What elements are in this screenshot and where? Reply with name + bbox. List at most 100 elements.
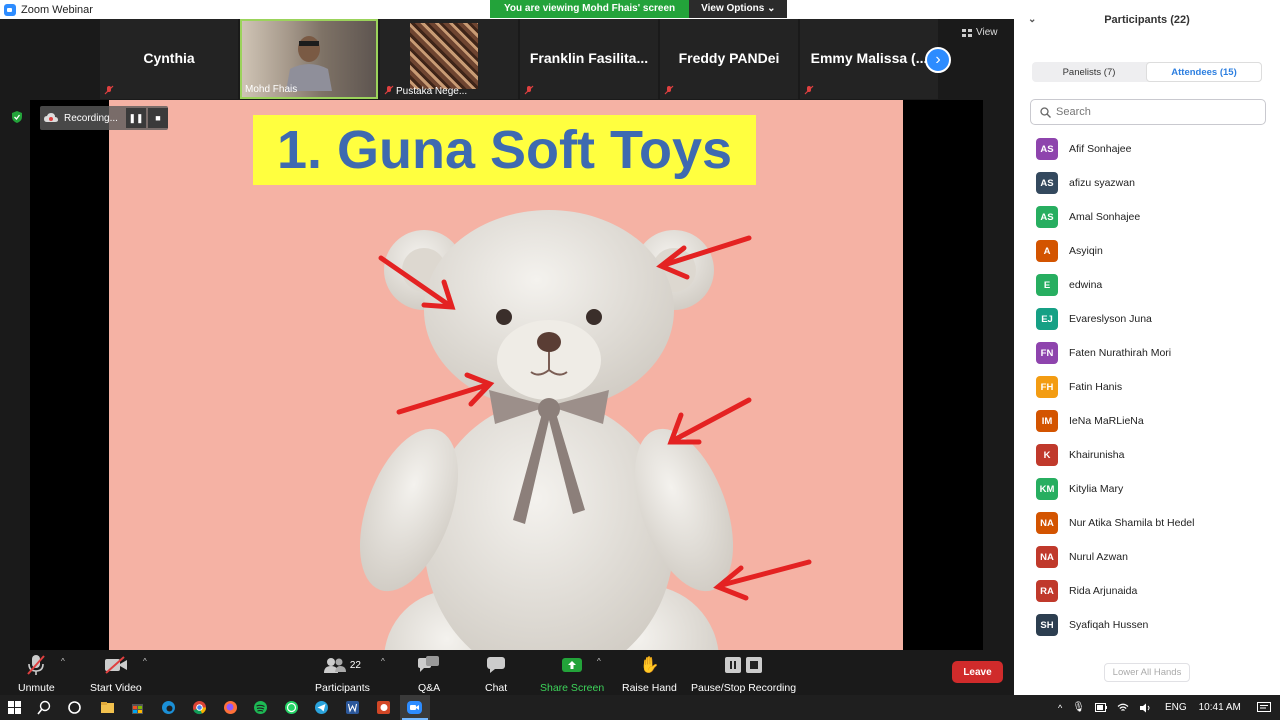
participant-tile-video[interactable]: Mohd Fhais: [240, 19, 378, 99]
participant-name: Mohd Fhais: [245, 84, 298, 95]
search-placeholder: Search: [1056, 106, 1091, 118]
cloud-record-icon: [44, 113, 58, 122]
attendee-name: Fatin Hanis: [1069, 381, 1123, 393]
next-page-button[interactable]: ›: [925, 47, 951, 73]
attendee-name: Nurul Azwan: [1069, 551, 1128, 563]
avatar: SH: [1036, 614, 1058, 636]
attendee-row[interactable]: FN Faten Nurathirah Mori: [1036, 336, 1266, 370]
pause-stop-recording-button[interactable]: Pause/Stop Recording: [691, 653, 796, 694]
file-explorer-icon[interactable]: [99, 699, 116, 716]
zoom-app-icon: [4, 3, 16, 16]
presentation-slide: 1. Guna Soft Toys: [109, 100, 903, 650]
tab-panelists[interactable]: Panelists (7): [1032, 62, 1146, 82]
language-indicator[interactable]: ENG: [1165, 702, 1187, 713]
participant-tile[interactable]: Emmy Malissa (...: [800, 19, 938, 99]
chat-button[interactable]: Chat: [485, 653, 507, 694]
attendee-row[interactable]: SH Syafiqah Hussen: [1036, 608, 1266, 642]
task-view-icon[interactable]: [66, 699, 83, 716]
participant-tile[interactable]: Freddy PANDei: [660, 19, 798, 99]
pause-recording-button[interactable]: ❚❚: [126, 108, 146, 128]
attendee-row[interactable]: Eedwina: [1036, 268, 1266, 302]
viewing-banner: You are viewing Mohd Fhais' screen View …: [490, 0, 788, 18]
avatar: IM: [1036, 410, 1058, 432]
avatar: A: [1036, 240, 1058, 262]
chrome-icon[interactable]: [191, 699, 208, 716]
audio-options-caret[interactable]: ^: [61, 657, 65, 666]
participant-name: Freddy PANDei: [678, 50, 780, 66]
participant-name: Franklin Fasilita...: [529, 50, 649, 66]
avatar: AS: [1036, 206, 1058, 228]
raise-hand-label: Raise Hand: [622, 682, 677, 694]
notifications-icon[interactable]: [1256, 701, 1271, 714]
windows-start-icon[interactable]: [6, 699, 23, 716]
search-input[interactable]: Search: [1030, 99, 1266, 125]
qa-button[interactable]: Q&A: [418, 653, 440, 694]
whatsapp-icon[interactable]: [283, 699, 300, 716]
edge-icon[interactable]: [160, 699, 177, 716]
red-arrows: [378, 235, 812, 601]
mic-muted-icon: [27, 655, 46, 675]
attendee-row[interactable]: NA Nur Atika Shamila bt Hedel: [1036, 506, 1266, 540]
video-options-caret[interactable]: ^: [143, 657, 147, 666]
clock[interactable]: 10:41 AM: [1199, 702, 1241, 713]
powerpoint-icon[interactable]: [375, 699, 392, 716]
wifi-icon[interactable]: [1117, 703, 1129, 713]
attendee-row[interactable]: EJ Evareslyson Juna: [1036, 302, 1266, 336]
attendee-name: edwina: [1069, 279, 1103, 291]
participants-button[interactable]: 22 Participants: [315, 653, 370, 694]
zoom-taskbar-button[interactable]: [400, 695, 430, 720]
search-icon[interactable]: [36, 699, 53, 716]
telegram-icon[interactable]: [313, 699, 330, 716]
attendee-row[interactable]: IM IeNa MaRLieNa: [1036, 404, 1266, 438]
tab-attendees[interactable]: Attendees (15): [1146, 62, 1262, 82]
participant-tile[interactable]: Cynthia: [100, 19, 238, 99]
pause-stop-recording-label: Pause/Stop Recording: [691, 682, 797, 694]
gallery-strip: Cynthia Mohd Fhais Pustaka Nege... Frank…: [100, 19, 938, 99]
encryption-shield-icon[interactable]: [11, 111, 23, 123]
mic-muted-icon: [384, 85, 394, 95]
store-icon[interactable]: [129, 699, 146, 716]
view-button[interactable]: View: [962, 27, 998, 38]
participants-count: 22: [349, 659, 361, 671]
attendee-row[interactable]: K Khairunisha: [1036, 438, 1266, 472]
view-label: View: [976, 27, 998, 38]
tray-overflow-icon[interactable]: ^: [1058, 703, 1062, 713]
share-screen-button[interactable]: Share Screen: [540, 653, 604, 694]
start-video-button[interactable]: Start Video: [90, 653, 142, 694]
microphone-icon[interactable]: 🎙: [1072, 702, 1085, 713]
stop-recording-button[interactable]: ■: [148, 108, 168, 128]
participant-tile-video[interactable]: Pustaka Nege...: [380, 19, 518, 99]
share-options-caret[interactable]: ^: [597, 657, 601, 666]
attendee-row[interactable]: KM Kitylia Mary: [1036, 472, 1266, 506]
attendee-row[interactable]: FH Fatin Hanis: [1036, 370, 1266, 404]
attendee-name: Rida Arjunaida: [1069, 585, 1138, 597]
attendee-row[interactable]: AS Amal Sonhajee: [1036, 200, 1266, 234]
attendee-row[interactable]: A Asyiqin: [1036, 234, 1266, 268]
attendee-row[interactable]: RA Rida Arjunaida: [1036, 574, 1266, 608]
avatar: K: [1036, 444, 1058, 466]
attendee-name: Nur Atika Shamila bt Hedel: [1069, 517, 1195, 529]
attendee-row[interactable]: AS Afif Sonhajee: [1036, 132, 1266, 166]
collapse-panel-icon[interactable]: ⌄: [1028, 14, 1036, 25]
leave-button[interactable]: Leave: [952, 661, 1003, 683]
word-icon[interactable]: [344, 699, 361, 716]
raise-hand-icon: ✋: [639, 657, 660, 674]
participant-tile[interactable]: Franklin Fasilita...: [520, 19, 658, 99]
participants-icon: [323, 658, 346, 673]
attendee-row[interactable]: AS afizu syazwan: [1036, 166, 1266, 200]
participants-options-caret[interactable]: ^: [381, 657, 385, 666]
attendee-name: Afif Sonhajee: [1069, 143, 1132, 155]
view-options-button[interactable]: View Options ⌄: [689, 0, 788, 18]
video-off-icon: [104, 656, 127, 674]
attendee-row[interactable]: NA Nurul Azwan: [1036, 540, 1266, 574]
unmute-button[interactable]: Unmute: [18, 653, 55, 694]
battery-icon[interactable]: [1094, 703, 1107, 712]
lower-all-hands-button[interactable]: Lower All Hands: [1104, 663, 1190, 682]
avatar: NA: [1036, 546, 1058, 568]
raise-hand-button[interactable]: ✋ Raise Hand: [622, 653, 677, 694]
volume-icon[interactable]: [1139, 703, 1151, 713]
firefox-icon[interactable]: [222, 699, 239, 716]
participant-video: [410, 23, 478, 89]
spotify-icon[interactable]: [252, 699, 269, 716]
window-title: Zoom Webinar: [21, 3, 93, 16]
